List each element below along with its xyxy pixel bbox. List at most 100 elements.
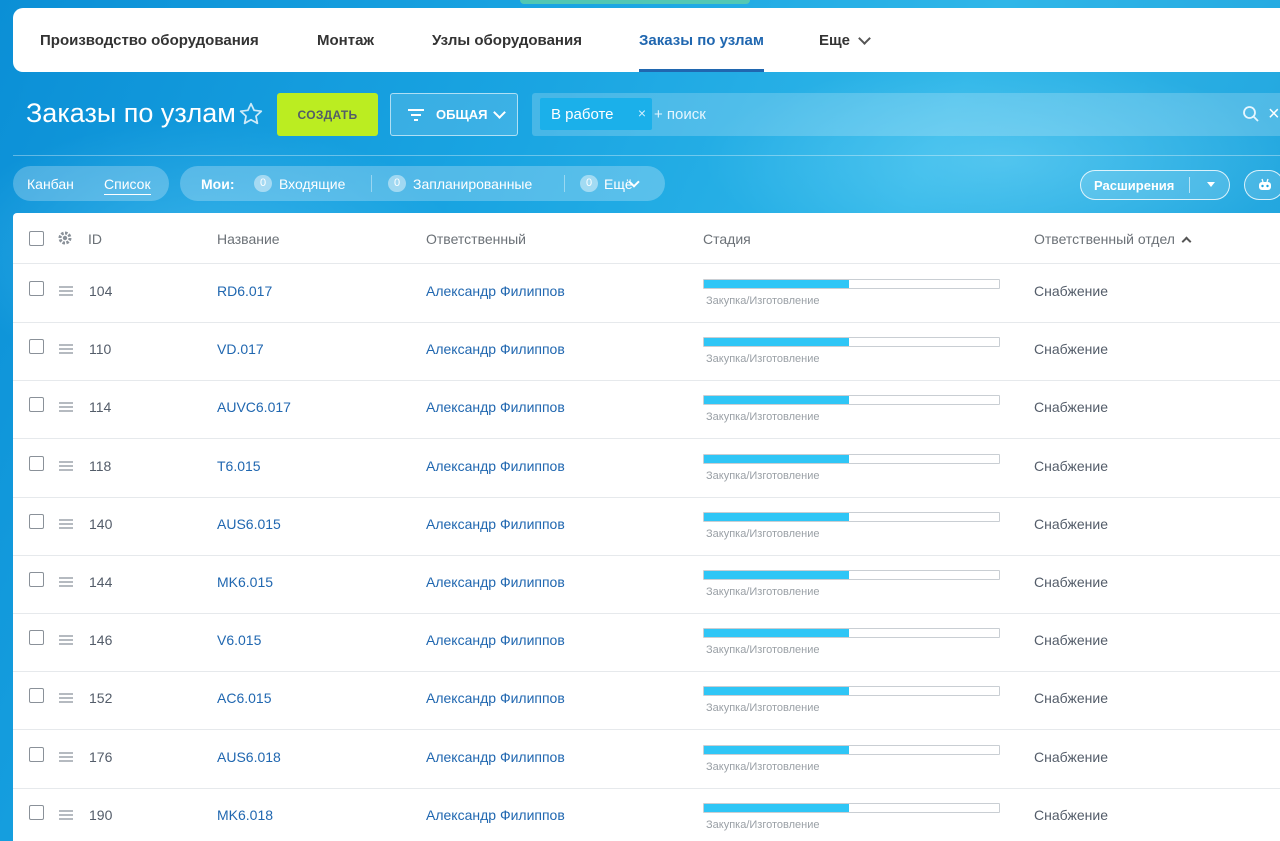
extensions-button[interactable]: Расширения (1080, 170, 1230, 200)
stage-progress-bar[interactable] (703, 511, 1000, 522)
table-row[interactable]: 110 VD.017 Александр Филиппов Закупка/Изгот… (13, 322, 1280, 382)
filter-label: ОБЩАЯ (436, 107, 488, 122)
drag-handle-icon[interactable] (59, 693, 73, 704)
stage-progress-bar[interactable] (703, 337, 1000, 348)
nav-item-more[interactable]: Еще (819, 8, 871, 72)
cell-responsible-link[interactable]: Александр Филиппов (426, 632, 565, 648)
column-header-department[interactable]: Ответственный отдел (1034, 231, 1192, 247)
nav-item-equipment-units[interactable]: Узлы оборудования (432, 8, 582, 72)
view-kanban[interactable]: Канбан (27, 176, 74, 192)
table-row[interactable]: 140 AUS6.015 Александр Филиппов Закупка/Изг… (13, 497, 1280, 556)
drag-handle-icon[interactable] (59, 809, 73, 820)
cell-responsible-link[interactable]: Александр Филиппов (426, 341, 565, 357)
separator (1189, 177, 1190, 193)
table-row[interactable]: 144 MK6.015 Александр Филиппов Закупка/Изго… (13, 555, 1280, 614)
table-row[interactable]: 104 RD6.017 Александр Филиппов Закупка/Изго… (13, 264, 1280, 323)
counter-more[interactable]: Ещё (604, 176, 633, 192)
table-row[interactable]: 114 AUVC6.017 Александр Филиппов Закупка/Из… (13, 380, 1280, 440)
create-button[interactable]: СОЗДАТЬ (277, 93, 378, 136)
nav-item-unit-orders[interactable]: Заказы по узлам (639, 8, 764, 72)
cell-responsible-link[interactable]: Александр Филиппов (426, 458, 565, 474)
stage-progress-bar[interactable] (703, 686, 1000, 697)
cell-department: Снабжение (1034, 748, 1108, 765)
select-all-checkbox[interactable] (29, 231, 44, 246)
cell-name-link[interactable]: AC6.015 (217, 690, 271, 706)
cell-responsible-link[interactable]: Александр Филиппов (426, 807, 565, 823)
drag-handle-icon[interactable] (59, 577, 73, 587)
drag-handle-icon[interactable] (59, 402, 73, 413)
search-bar[interactable]: В работе × + поиск × (532, 93, 1280, 136)
stage-progress-bar[interactable] (703, 744, 1000, 755)
nav-item-installation[interactable]: Монтаж (317, 8, 374, 72)
drag-handle-icon[interactable] (59, 344, 73, 355)
cell-name-link[interactable]: AUS6.015 (217, 516, 281, 532)
cell-department: Снабжение (1034, 341, 1108, 358)
robot-icon (1259, 178, 1271, 190)
drag-handle-icon[interactable] (59, 635, 73, 646)
caret-down-icon[interactable] (1207, 182, 1215, 187)
stage-label: Закупка/Изготовление (706, 644, 820, 657)
cell-name-link[interactable]: AUVC6.017 (217, 399, 291, 415)
row-checkbox[interactable] (29, 455, 44, 471)
cell-responsible-link[interactable]: Александр Филиппов (426, 283, 565, 299)
cell-department: Снабжение (1034, 806, 1108, 823)
cell-responsible-link[interactable]: Александр Филиппов (426, 690, 565, 706)
stage-progress-bar[interactable] (703, 453, 1000, 464)
stage-progress-bar[interactable] (703, 570, 1000, 580)
stage-progress-bar[interactable] (703, 802, 1000, 813)
cell-name-link[interactable]: VD.017 (217, 341, 264, 357)
column-header-id[interactable]: ID (88, 231, 102, 247)
search-icon[interactable] (1242, 105, 1260, 123)
row-checkbox[interactable] (29, 397, 44, 413)
table-row[interactable]: 118 T6.015 Александр Филиппов Закупка/Изгот… (13, 439, 1280, 498)
search-input[interactable]: + поиск (654, 106, 706, 123)
table-row[interactable]: 190 MK6.018 Александр Филиппов Закупка/Изго… (13, 788, 1280, 841)
column-header-name[interactable]: Название (217, 231, 280, 247)
column-header-department-label: Ответственный отдел (1034, 231, 1175, 247)
filter-button[interactable]: ОБЩАЯ (390, 93, 518, 136)
column-header-stage[interactable]: Стадия (703, 231, 751, 247)
row-checkbox[interactable] (29, 688, 44, 704)
drag-handle-icon[interactable] (59, 751, 73, 762)
stage-progress-bar[interactable] (703, 395, 1000, 406)
row-checkbox[interactable] (29, 572, 44, 587)
table-row[interactable]: 152 AC6.015 Александр Филиппов Закупка/Изго… (13, 671, 1280, 731)
drag-handle-icon[interactable] (59, 286, 73, 296)
counter-panel: Мои: 0 Входящие 0 Запланированные 0 Ещё (180, 166, 665, 201)
cell-responsible-link[interactable]: Александр Филиппов (426, 399, 565, 415)
row-checkbox[interactable] (29, 630, 44, 646)
star-icon[interactable] (238, 101, 264, 127)
gear-icon[interactable] (57, 230, 73, 246)
nav-item-production[interactable]: Производство оборудования (40, 8, 259, 72)
view-list[interactable]: Список (104, 176, 151, 195)
row-checkbox[interactable] (29, 281, 44, 296)
row-checkbox[interactable] (29, 339, 44, 355)
filter-chip[interactable]: В работе × (540, 98, 652, 130)
table-row[interactable]: 146 V6.015 Александр Филиппов Закупка/Изгот… (13, 613, 1280, 673)
cell-name-link[interactable]: MK6.015 (217, 574, 273, 590)
cell-responsible-link[interactable]: Александр Филиппов (426, 749, 565, 765)
row-checkbox[interactable] (29, 746, 44, 762)
cell-name-link[interactable]: RD6.017 (217, 283, 272, 299)
counter-planned[interactable]: Запланированные (413, 176, 532, 192)
stage-progress-bar[interactable] (703, 628, 1000, 639)
stage-progress-fill (704, 803, 849, 812)
cell-responsible-link[interactable]: Александр Филиппов (426, 574, 565, 590)
chip-close-icon[interactable]: × (638, 105, 646, 121)
robot-button[interactable] (1244, 170, 1280, 200)
cell-name-link[interactable]: AUS6.018 (217, 749, 281, 765)
cell-department: Снабжение (1034, 690, 1108, 707)
drag-handle-icon[interactable] (59, 518, 73, 529)
drag-handle-icon[interactable] (59, 460, 73, 471)
counter-incoming[interactable]: Входящие (279, 176, 345, 192)
stage-progress-bar[interactable] (703, 279, 1000, 289)
search-clear-icon[interactable]: × (1268, 103, 1280, 126)
table-row[interactable]: 176 AUS6.018 Александр Филиппов Закупка/Изг… (13, 730, 1280, 789)
cell-responsible-link[interactable]: Александр Филиппов (426, 516, 565, 532)
cell-name-link[interactable]: MK6.018 (217, 807, 273, 823)
cell-name-link[interactable]: V6.015 (217, 632, 261, 648)
row-checkbox[interactable] (29, 513, 44, 529)
column-header-responsible[interactable]: Ответственный (426, 231, 526, 247)
cell-name-link[interactable]: T6.015 (217, 458, 261, 474)
row-checkbox[interactable] (29, 804, 44, 820)
